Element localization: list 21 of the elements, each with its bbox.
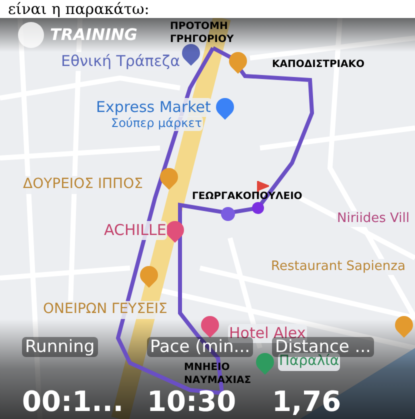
stat-value: 00:1...	[22, 385, 125, 419]
map-place-label: Restaurant Sapienza	[270, 259, 406, 276]
caption-text: είναι η παρακάτω:	[7, 0, 150, 18]
stat-label: Running	[22, 337, 98, 357]
stat-value: 10:30	[147, 385, 238, 419]
map-place-label: Σούπερ μάρκετ	[110, 116, 203, 131]
brand-text: TRAINING	[50, 25, 138, 45]
map-place-label: Express Market	[95, 98, 212, 117]
landmark-label: ΚΑΠΟΔΙΣΤΡΙΑΚΟ	[272, 58, 365, 71]
app-logo-icon	[18, 22, 44, 48]
landmark-label: ΠΡΟΤΟΜΗ ΓΡΗΓΟΡΙΟΥ	[170, 20, 235, 46]
route-point-icon	[252, 202, 264, 214]
map-place-label: ΟΝΕΙΡΩΝ ΓΕΥΣΕΙΣ	[42, 301, 168, 318]
map-place-label: ΔΟΥΡΕΙΟΣ ΙΠΠΟΣ	[22, 176, 144, 194]
stat-value: 1,76	[272, 385, 342, 419]
map-place-label: ACHILLE	[103, 221, 168, 240]
map-place-label: Παραλία	[278, 353, 340, 370]
map-place-label: Εθνική Τράπεζα	[60, 52, 181, 71]
map-place-label: Niriides Vill	[336, 211, 411, 228]
route-point-icon	[221, 207, 235, 221]
stat-label: Pace (min...	[147, 337, 254, 357]
